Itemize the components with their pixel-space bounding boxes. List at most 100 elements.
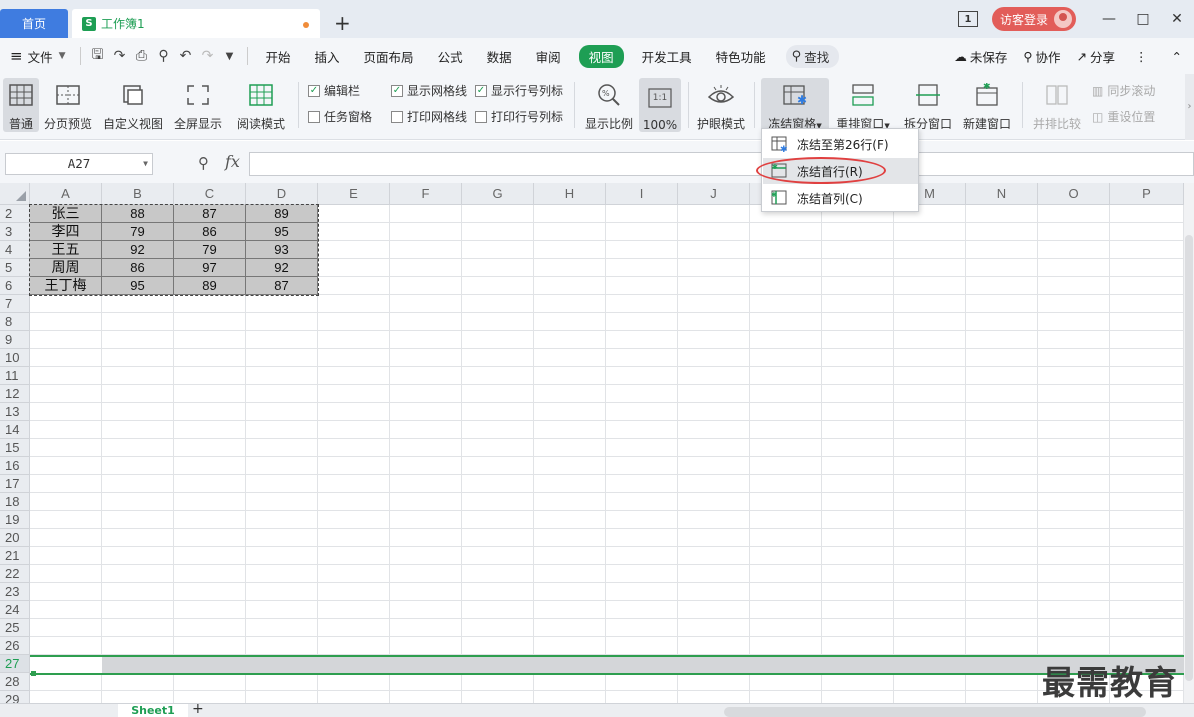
cell-m17[interactable] bbox=[894, 475, 966, 493]
select-all-corner[interactable] bbox=[0, 183, 30, 205]
cell-i17[interactable] bbox=[606, 475, 678, 493]
cell-i25[interactable] bbox=[606, 619, 678, 637]
cell-a11[interactable] bbox=[30, 367, 102, 385]
cell-a21[interactable] bbox=[30, 547, 102, 565]
cell-a13[interactable] bbox=[30, 403, 102, 421]
cell-o22[interactable] bbox=[1038, 565, 1110, 583]
cell-o11[interactable] bbox=[1038, 367, 1110, 385]
print-icon[interactable]: ⎙ bbox=[131, 48, 153, 64]
cell-e6[interactable] bbox=[318, 277, 390, 295]
column-header-b[interactable]: B bbox=[102, 183, 174, 205]
cell-o13[interactable] bbox=[1038, 403, 1110, 421]
cell-b17[interactable] bbox=[102, 475, 174, 493]
cell-f17[interactable] bbox=[390, 475, 462, 493]
cell-j24[interactable] bbox=[678, 601, 750, 619]
cell-f29[interactable] bbox=[390, 691, 462, 703]
cell-k22[interactable] bbox=[750, 565, 822, 583]
cell-c28[interactable] bbox=[174, 673, 246, 691]
cell-c19[interactable] bbox=[174, 511, 246, 529]
cell-n20[interactable] bbox=[966, 529, 1038, 547]
cell-b15[interactable] bbox=[102, 439, 174, 457]
row-header-15[interactable]: 15 bbox=[0, 439, 30, 457]
cell-a16[interactable] bbox=[30, 457, 102, 475]
cell-n2[interactable] bbox=[966, 205, 1038, 223]
cell-c12[interactable] bbox=[174, 385, 246, 403]
cell-m15[interactable] bbox=[894, 439, 966, 457]
row-header-6[interactable]: 6 bbox=[0, 277, 30, 295]
cell-n3[interactable] bbox=[966, 223, 1038, 241]
column-header-p[interactable]: P bbox=[1110, 183, 1184, 205]
cell-j8[interactable] bbox=[678, 313, 750, 331]
cell-d16[interactable] bbox=[246, 457, 318, 475]
cell-n22[interactable] bbox=[966, 565, 1038, 583]
cell-g5[interactable] bbox=[462, 259, 534, 277]
cell-j25[interactable] bbox=[678, 619, 750, 637]
cell-l29[interactable] bbox=[822, 691, 894, 703]
column-header-j[interactable]: J bbox=[678, 183, 750, 205]
cell-o21[interactable] bbox=[1038, 547, 1110, 565]
cell-l28[interactable] bbox=[822, 673, 894, 691]
cell-i24[interactable] bbox=[606, 601, 678, 619]
cell-l12[interactable] bbox=[822, 385, 894, 403]
cell-k26[interactable] bbox=[750, 637, 822, 655]
cell-p25[interactable] bbox=[1110, 619, 1184, 637]
cell-d19[interactable] bbox=[246, 511, 318, 529]
cell-b24[interactable] bbox=[102, 601, 174, 619]
eye-protection-button[interactable]: 护眼模式 bbox=[695, 78, 747, 132]
cell-d23[interactable] bbox=[246, 583, 318, 601]
cell-i23[interactable] bbox=[606, 583, 678, 601]
cell-b8[interactable] bbox=[102, 313, 174, 331]
cell-b9[interactable] bbox=[102, 331, 174, 349]
cell-g4[interactable] bbox=[462, 241, 534, 259]
cell-e20[interactable] bbox=[318, 529, 390, 547]
cell-m14[interactable] bbox=[894, 421, 966, 439]
cell-j21[interactable] bbox=[678, 547, 750, 565]
cell-l19[interactable] bbox=[822, 511, 894, 529]
cell-h22[interactable] bbox=[534, 565, 606, 583]
cell-p8[interactable] bbox=[1110, 313, 1184, 331]
cell-f5[interactable] bbox=[390, 259, 462, 277]
cell-g21[interactable] bbox=[462, 547, 534, 565]
cell-p9[interactable] bbox=[1110, 331, 1184, 349]
cell-d21[interactable] bbox=[246, 547, 318, 565]
cell-o14[interactable] bbox=[1038, 421, 1110, 439]
cell-h24[interactable] bbox=[534, 601, 606, 619]
column-header-c[interactable]: C bbox=[174, 183, 246, 205]
tab-home[interactable]: 首页 bbox=[0, 9, 68, 38]
cell-h12[interactable] bbox=[534, 385, 606, 403]
cell-d26[interactable] bbox=[246, 637, 318, 655]
page-break-preview-button[interactable]: 分页预览 bbox=[43, 78, 93, 132]
cell-f26[interactable] bbox=[390, 637, 462, 655]
row-header-27[interactable]: 27 bbox=[0, 655, 30, 673]
cell-l23[interactable] bbox=[822, 583, 894, 601]
cell-f9[interactable] bbox=[390, 331, 462, 349]
print-headers-checkbox[interactable]: 打印行号列标 bbox=[475, 108, 563, 125]
cell-k28[interactable] bbox=[750, 673, 822, 691]
cell-o10[interactable] bbox=[1038, 349, 1110, 367]
cell-f3[interactable] bbox=[390, 223, 462, 241]
cell-m24[interactable] bbox=[894, 601, 966, 619]
export-icon[interactable]: ↷ bbox=[109, 48, 131, 64]
cell-e19[interactable] bbox=[318, 511, 390, 529]
row-header-4[interactable]: 4 bbox=[0, 241, 30, 259]
cell-m7[interactable] bbox=[894, 295, 966, 313]
cell-o26[interactable] bbox=[1038, 637, 1110, 655]
cell-a28[interactable] bbox=[30, 673, 102, 691]
cell-d24[interactable] bbox=[246, 601, 318, 619]
cell-c7[interactable] bbox=[174, 295, 246, 313]
cell-k19[interactable] bbox=[750, 511, 822, 529]
cell-l25[interactable] bbox=[822, 619, 894, 637]
cell-b25[interactable] bbox=[102, 619, 174, 637]
cell-l5[interactable] bbox=[822, 259, 894, 277]
cell-b29[interactable] bbox=[102, 691, 174, 703]
row-header-20[interactable]: 20 bbox=[0, 529, 30, 547]
cell-d5[interactable]: 92 bbox=[246, 259, 318, 277]
cell-l20[interactable] bbox=[822, 529, 894, 547]
cell-m25[interactable] bbox=[894, 619, 966, 637]
cell-a9[interactable] bbox=[30, 331, 102, 349]
cell-f12[interactable] bbox=[390, 385, 462, 403]
menu-view[interactable]: 视图 bbox=[578, 44, 624, 68]
collapse-ribbon-icon[interactable]: ⌃ bbox=[1160, 49, 1194, 64]
cell-i28[interactable] bbox=[606, 673, 678, 691]
cell-j29[interactable] bbox=[678, 691, 750, 703]
